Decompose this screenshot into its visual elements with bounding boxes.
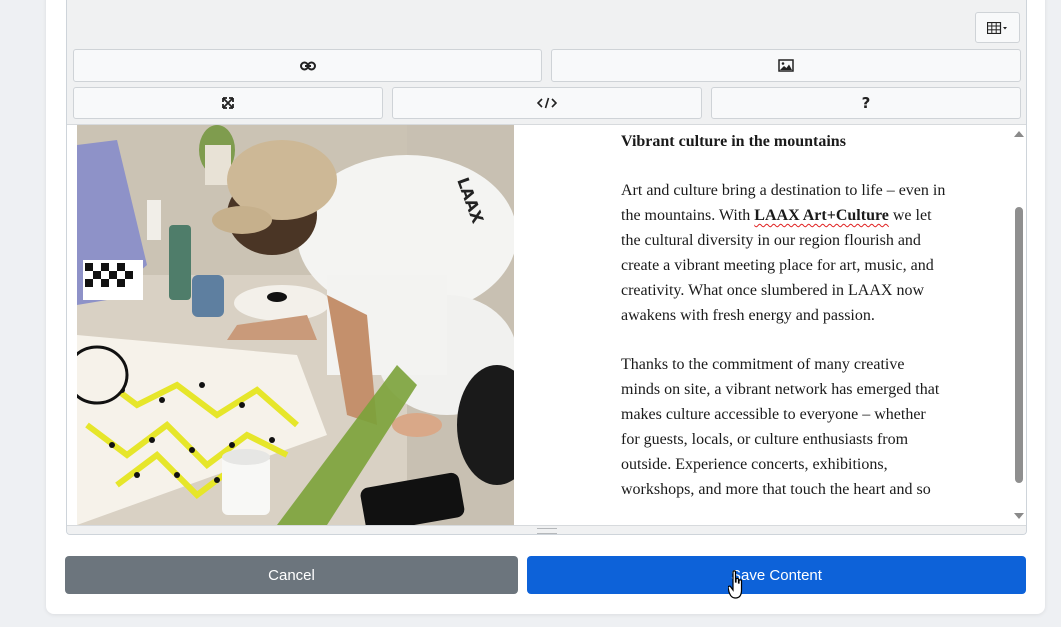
- code-view-button[interactable]: [392, 87, 702, 119]
- save-content-button[interactable]: Save Content: [527, 556, 1026, 594]
- content-image[interactable]: LAAX: [77, 125, 514, 525]
- help-button[interactable]: ?: [711, 87, 1021, 119]
- fullscreen-icon: [222, 97, 234, 109]
- scroll-up-icon[interactable]: [1014, 131, 1024, 137]
- content-paragraph-1: Art and culture bring a destination to l…: [621, 178, 946, 328]
- link-icon: [299, 60, 316, 72]
- editor-content-area[interactable]: LAAX Vibrant culture in the mountains Ar…: [67, 125, 1026, 525]
- content-scrollbar[interactable]: [1012, 125, 1026, 525]
- editor-resize-handle[interactable]: [67, 525, 1026, 534]
- code-view-icon: [537, 97, 557, 109]
- table-dropdown-button[interactable]: [975, 12, 1020, 43]
- rich-text-editor: ? LAAX Vibrant culture in the mountains …: [66, 0, 1027, 535]
- table-icon: [986, 21, 1009, 34]
- content-paragraph-2: Thanks to the commitment of many creativ…: [621, 356, 940, 498]
- scroll-down-icon[interactable]: [1014, 513, 1024, 519]
- help-icon: ?: [861, 94, 871, 112]
- insert-image-button[interactable]: [551, 49, 1021, 82]
- content-heading: Vibrant culture in the mountains: [621, 133, 846, 150]
- hand-cursor-icon: [727, 570, 744, 605]
- image-icon: [778, 59, 794, 72]
- fullscreen-button[interactable]: [73, 87, 383, 119]
- editor-toolbar: ?: [67, 0, 1026, 125]
- cancel-button[interactable]: Cancel: [65, 556, 518, 594]
- resize-grip-icon: [537, 528, 557, 534]
- paragraph-1-end: we let the cultural diversity in our reg…: [621, 207, 934, 324]
- scrollbar-thumb[interactable]: [1015, 207, 1023, 483]
- brand-name: LAAX Art+Culture: [754, 207, 889, 224]
- content-text[interactable]: Vibrant culture in the mountains Art and…: [621, 129, 946, 525]
- insert-link-button[interactable]: [73, 49, 542, 82]
